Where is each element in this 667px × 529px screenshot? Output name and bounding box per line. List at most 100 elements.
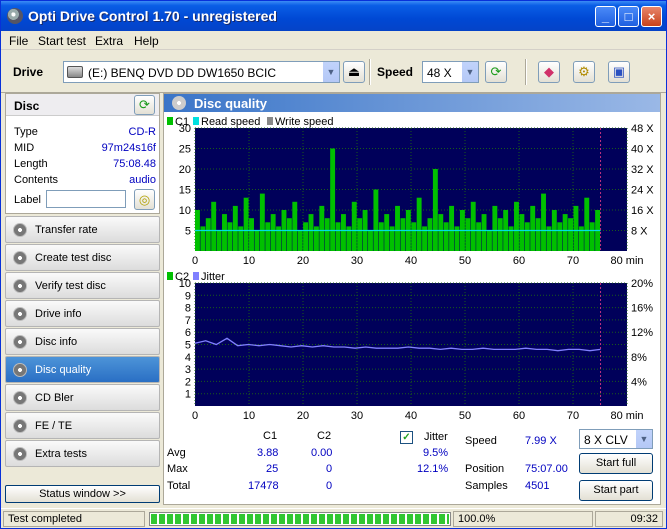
nav-transfer-rate[interactable]: Transfer rate — [5, 216, 160, 243]
refresh-icon: ⟳ — [490, 64, 502, 79]
legend-label: C1 — [175, 116, 189, 128]
start-part-button[interactable]: Start part — [579, 480, 653, 501]
c1-bar — [395, 205, 400, 251]
legend-swatch — [167, 117, 173, 125]
jitter-label: Jitter — [424, 431, 448, 443]
test-speed-select[interactable]: 8 X CLV ▼ — [579, 429, 653, 449]
x-tick-label: 80 min — [610, 255, 643, 266]
c1-bar — [568, 218, 574, 251]
avg-c1-value: 3.88 — [257, 447, 279, 459]
y-tick-label: 9 — [185, 290, 191, 302]
y2-tick-label: 32 X — [631, 164, 654, 176]
c1-bar — [340, 214, 346, 251]
eject-button[interactable]: ⏏ — [343, 61, 365, 83]
nav-disc-quality[interactable]: Disc quality — [5, 356, 160, 383]
legend-label: Write speed — [275, 116, 334, 128]
c1-bar — [486, 230, 492, 251]
test-speed-value: 8 X CLV — [584, 433, 628, 447]
c1-bar — [481, 214, 487, 251]
menu-extra[interactable]: Extra — [95, 34, 123, 48]
erase-button[interactable]: ◆ — [538, 61, 560, 83]
x-tick-label: 0 — [192, 255, 198, 266]
nav-label: Verify test disc — [35, 280, 106, 292]
c1-bar — [270, 214, 276, 251]
disc-label-label: Label — [14, 194, 41, 206]
jitter-checkbox[interactable]: ✓ — [400, 431, 413, 444]
c1-bar — [589, 222, 595, 251]
c1-bar — [443, 222, 449, 251]
c1-bar — [319, 205, 325, 251]
start-full-button[interactable]: Start full — [579, 453, 653, 474]
disc-info-box: Disc ⟳ Type CD-R MID 97m24s16f Length 75:08… — [5, 93, 160, 214]
max-c1-value: 25 — [266, 463, 279, 475]
c1-bar — [535, 218, 541, 251]
panel-header: Disc quality — [164, 94, 660, 112]
avg-c2-value: 0.00 — [311, 447, 333, 459]
y2-tick-label: 12% — [631, 327, 653, 339]
y-tick-label: 25 — [179, 144, 191, 156]
disc-label-input[interactable] — [46, 190, 126, 208]
c1-bar — [497, 218, 503, 251]
disc-icon — [13, 223, 27, 237]
minimize-button[interactable]: _ — [595, 6, 616, 27]
c1-bar — [573, 205, 579, 251]
eject-icon: ⏏ — [347, 64, 361, 79]
c1-bar — [378, 222, 384, 251]
menu-file[interactable]: File — [9, 34, 28, 48]
panel-heading: Disc quality — [194, 96, 267, 111]
nav-extra-tests[interactable]: Extra tests — [5, 440, 160, 467]
settings-button[interactable]: ⚙ — [573, 61, 595, 83]
menu-help[interactable]: Help — [134, 34, 159, 48]
progress-percent: 100.0% — [453, 511, 593, 527]
y-tick-label: 2 — [185, 376, 191, 388]
status-window-button[interactable]: Status window >> — [5, 485, 160, 503]
disc-icon — [13, 251, 27, 265]
avg-label: Avg — [167, 447, 186, 459]
position-label: Position — [465, 463, 505, 475]
c1-bar — [524, 222, 530, 251]
c1-bar — [249, 218, 254, 251]
c1-bar — [303, 222, 309, 251]
c1-bar — [432, 169, 438, 251]
disc-label-button[interactable]: ◎ — [134, 189, 155, 210]
c2-jitter-chart: 123456789104%8%12%16%20%0 10 20 30 40 50 60 70 8… — [167, 271, 653, 421]
refresh-speed-button[interactable]: ⟳ — [485, 61, 507, 83]
chevron-down-icon[interactable]: ▼ — [635, 430, 652, 448]
maximize-button[interactable]: □ — [618, 6, 639, 27]
nav-cd-bler[interactable]: CD Bler — [5, 384, 160, 411]
save-button[interactable]: ▣ — [608, 61, 630, 83]
c1-bar — [222, 214, 227, 251]
legend-swatch — [193, 117, 199, 125]
nav-verify-test-disc[interactable]: Verify test disc — [5, 272, 160, 299]
close-button[interactable]: × — [641, 6, 662, 27]
nav-label: FE / TE — [35, 420, 73, 432]
y2-tick-label: 24 X — [631, 185, 654, 197]
nav-drive-info[interactable]: Drive info — [5, 300, 160, 327]
c1-bar — [384, 214, 390, 251]
disc-icon — [13, 419, 27, 433]
nav-create-test-disc[interactable]: Create test disc — [5, 244, 160, 271]
chevron-down-icon[interactable]: ▼ — [322, 62, 339, 82]
nav-label: Disc info — [35, 336, 78, 348]
drive-select[interactable]: (E:) BENQ DVD DD DW1650 BCIC ▼ — [63, 61, 340, 83]
c1-bar — [373, 189, 379, 251]
title-bar[interactable]: Opti Drive Control 1.70 - unregistered _… — [1, 1, 666, 31]
app-disc-icon — [7, 8, 23, 24]
chevron-down-icon[interactable]: ▼ — [461, 62, 478, 82]
c1-bar — [324, 218, 330, 251]
c1-bar — [227, 222, 233, 251]
drive-icon — [67, 66, 83, 78]
refresh-disc-button[interactable]: ⟳ — [134, 95, 155, 115]
x-tick-label: 80 min — [610, 410, 643, 421]
position-value: 75:07.00 — [525, 463, 568, 475]
nav-disc-info[interactable]: Disc info — [5, 328, 160, 355]
c1-bar — [438, 214, 444, 251]
nav-label: Drive info — [35, 308, 82, 320]
nav-fe-te[interactable]: FE / TE — [5, 412, 160, 439]
y2-tick-label: 48 X — [631, 123, 654, 135]
c1-bar — [416, 197, 422, 251]
speed-select[interactable]: 48 X ▼ — [422, 61, 479, 83]
c1-bar — [476, 222, 482, 251]
menu-start-test[interactable]: Start test — [38, 34, 86, 48]
c1-bar — [427, 218, 433, 251]
